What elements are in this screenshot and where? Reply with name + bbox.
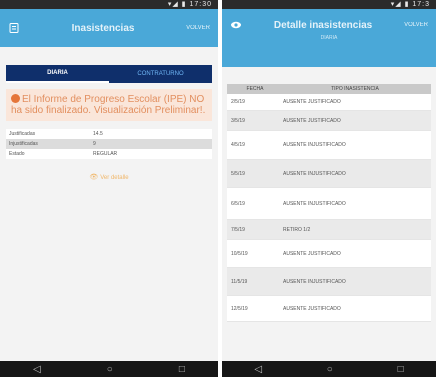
cell-fecha: 2/5/19 [231, 99, 245, 105]
screenshot-wrapper: ▾◢ ▮ 17:30 Inasistencias VOLVER DIARIA C… [0, 0, 436, 377]
home-nav-icon[interactable]: ○ [327, 364, 333, 375]
app-bar: Detalle inasistencias VOLVER DIARIA [222, 9, 436, 67]
volver-button[interactable]: VOLVER [404, 22, 428, 28]
back-nav-icon[interactable]: ◁ [254, 364, 262, 375]
app-bar: Inasistencias VOLVER [0, 9, 218, 47]
phone-inasistencias: ▾◢ ▮ 17:30 Inasistencias VOLVER DIARIA C… [0, 0, 218, 377]
cell-fecha: 6/5/19 [231, 200, 245, 207]
cell-tipo: AUSENTE JUSTIFICADO [283, 250, 341, 257]
page-title: Inasistencias [71, 22, 135, 34]
stat-value: REGULAR [93, 151, 118, 157]
recents-nav-icon[interactable]: □ [179, 364, 185, 375]
cell-tipo: AUSENTE INJUSTIFICADO [283, 278, 346, 285]
cell-fecha: 12/5/19 [231, 305, 248, 312]
inasistencias-table: FECHA TIPO INASISTENCIA 2/5/19 AUSENTE J… [227, 84, 431, 322]
phone-detalle-inasistencias: ▾◢ ▮ 17:3 Detalle inasistencias VOLVER D… [222, 0, 436, 377]
stat-value: 14.5 [93, 131, 103, 137]
stat-row-estado: Estado REGULAR [6, 149, 212, 159]
table-row: 6/5/19 AUSENTE INJUSTIFICADO [227, 188, 431, 220]
cell-fecha: 4/5/19 [231, 142, 245, 148]
cell-tipo: AUSENTE JUSTIFICADO [283, 117, 341, 124]
cell-fecha: 11/5/19 [231, 278, 248, 285]
android-nav-bar: ◁ ○ □ [222, 361, 436, 377]
eye-icon: 👁 [89, 174, 99, 181]
android-nav-bar: ◁ ○ □ [0, 361, 218, 377]
column-header-fecha: FECHA [246, 86, 264, 92]
tab-diaria[interactable]: DIARIA [6, 65, 109, 83]
stat-label: Estado [9, 151, 25, 157]
table-row: 11/5/19 AUSENTE INJUSTIFICADO [227, 268, 431, 296]
table-row: 3/5/19 AUSENTE JUSTIFICADO [227, 111, 431, 131]
cell-tipo: RETIRO 1/2 [283, 226, 311, 233]
app-bar-row: Detalle inasistencias VOLVER [230, 19, 428, 31]
recents-nav-icon[interactable]: □ [398, 364, 404, 375]
tab-bar: DIARIA CONTRATURNO [6, 65, 212, 83]
table-row: 4/5/19 AUSENTE INJUSTIFICADO [227, 131, 431, 160]
table-row: 7/5/19 RETIRO 1/2 [227, 220, 431, 240]
stat-label: Injustificadas [9, 141, 38, 147]
stat-row-injustificadas: Injustificadas 9 [6, 139, 212, 149]
notice-text: El Informe de Progreso Escolar (IPE) NO … [11, 94, 206, 116]
status-bar: ▾◢ ▮ 17:30 [0, 0, 218, 9]
stat-label: Justificadas [9, 131, 36, 137]
stats-list: Justificadas 14.5 Injustificadas 9 Estad… [6, 129, 212, 159]
cell-fecha: 7/5/19 [231, 226, 245, 233]
cell-tipo: AUSENTE INJUSTIFICADO [283, 170, 346, 177]
table-row: 12/5/19 AUSENTE JUSTIFICADO [227, 296, 431, 322]
ipe-warning-notice: El Informe de Progreso Escolar (IPE) NO … [6, 89, 212, 121]
cell-fecha: 10/5/19 [231, 250, 248, 257]
stat-row-justificadas: Justificadas 14.5 [6, 129, 212, 139]
page-subtitle: DIARIA [320, 35, 338, 41]
table-header: FECHA TIPO INASISTENCIA [227, 84, 431, 94]
page-title: Detalle inasistencias [273, 19, 373, 31]
warning-dot-icon [11, 94, 20, 103]
volver-button[interactable]: VOLVER [186, 25, 210, 31]
cell-fecha: 3/5/19 [231, 117, 245, 124]
table-row: 5/5/19 AUSENTE INJUSTIFICADO [227, 160, 431, 188]
cell-tipo: AUSENTE JUSTIFICADO [283, 305, 341, 312]
column-header-tipo: TIPO INASISTENCIA [331, 86, 379, 92]
cell-tipo: AUSENTE INJUSTIFICADO [283, 200, 346, 207]
eye-icon[interactable] [230, 19, 242, 31]
table-row: 10/5/19 AUSENTE JUSTIFICADO [227, 240, 431, 268]
back-nav-icon[interactable]: ◁ [33, 364, 41, 375]
ver-detalle-label: Ver detalle [100, 175, 129, 181]
home-nav-icon[interactable]: ○ [107, 364, 113, 375]
stat-value: 9 [93, 141, 96, 147]
status-bar: ▾◢ ▮ 17:3 [222, 0, 436, 9]
cell-tipo: AUSENTE INJUSTIFICADO [283, 142, 346, 148]
list-icon[interactable] [8, 22, 20, 34]
cell-tipo: AUSENTE JUSTIFICADO [283, 99, 341, 105]
tab-contraturno[interactable]: CONTRATURNO [109, 65, 212, 83]
table-row: 2/5/19 AUSENTE JUSTIFICADO [227, 94, 431, 111]
cell-fecha: 5/5/19 [231, 170, 245, 177]
ver-detalle-link[interactable]: 👁 Ver detalle [0, 173, 218, 181]
